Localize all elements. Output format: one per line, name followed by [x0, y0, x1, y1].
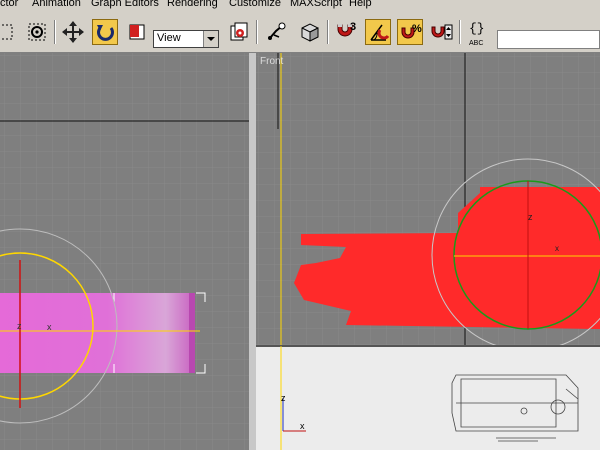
menu-item-rendering[interactable]: Rendering	[167, 0, 218, 9]
main-toolbar: View 3 % {} ABC	[0, 12, 600, 53]
chevron-down-icon[interactable]	[203, 31, 218, 47]
pink-box-object[interactable]	[0, 293, 195, 373]
menu-item-customize[interactable]: Customize	[229, 0, 281, 9]
reference-coordinate-value: View	[157, 32, 181, 44]
left-viewport[interactable]: x z	[0, 53, 249, 450]
rotate-button[interactable]	[92, 19, 118, 45]
gizmo-axis-x-label: x	[555, 244, 559, 253]
pivot-center-icon	[230, 22, 248, 41]
menu-item-ctor[interactable]: ctor	[0, 0, 18, 9]
viewport-label-front[interactable]: Front	[260, 56, 283, 67]
select-region-button[interactable]	[0, 19, 18, 45]
window-crossing-button[interactable]	[25, 19, 51, 45]
pivot-center-button[interactable]	[226, 19, 252, 45]
scale-button[interactable]	[124, 19, 150, 45]
cube-icon	[301, 23, 319, 42]
angle-snap-button[interactable]	[365, 19, 391, 45]
toolbar-separator	[327, 20, 329, 44]
select-region-icon	[0, 24, 13, 40]
toolbar-separator	[256, 20, 258, 44]
spinner-snap-icon	[431, 24, 453, 40]
edit-named-selection-button[interactable]: {} ABC	[466, 19, 492, 47]
gizmo-axis-z-label: z	[528, 212, 533, 222]
link-icon	[268, 22, 286, 40]
gizmo-axis-x-label: x	[47, 322, 52, 332]
percent-snap-button[interactable]: %	[397, 19, 423, 45]
window-crossing-icon	[28, 23, 46, 41]
pink-box-edge	[189, 293, 195, 373]
world-axis-x-label: x	[300, 421, 305, 431]
blueprint-image-plane	[256, 346, 600, 450]
menu-item-help[interactable]: Help	[349, 0, 372, 9]
svg-text:{}: {}	[469, 21, 485, 36]
menu-item-maxscript[interactable]: MAXScript	[290, 0, 342, 9]
move-button[interactable]	[60, 19, 86, 45]
snaps-superscript: 3	[350, 21, 356, 33]
scale-icon	[129, 24, 145, 40]
toolbar-separator	[54, 20, 56, 44]
magnet-icon: 3	[337, 21, 356, 37]
named-selection-input[interactable]	[497, 30, 600, 49]
named-selection-sets-icon: {} ABC	[469, 21, 485, 47]
spinner-snap-button[interactable]	[429, 19, 455, 45]
named-selection-button[interactable]	[297, 19, 323, 45]
reference-coordinate-dropdown[interactable]: View	[153, 30, 219, 48]
snaps-toggle-button[interactable]: 3	[333, 19, 359, 45]
menu-bar: ctor Animation Graph Editors Rendering C…	[0, 0, 600, 12]
move-arrows-icon	[62, 21, 84, 43]
menu-item-graph-editors[interactable]: Graph Editors	[91, 0, 159, 9]
front-viewport[interactable]: z x z x Front	[256, 53, 600, 450]
rotate-icon	[97, 25, 114, 41]
abc-label: ABC	[469, 40, 483, 47]
world-axis-z-label: z	[281, 393, 286, 403]
toolbar-separator	[459, 20, 461, 44]
percent-glyph: %	[412, 23, 422, 35]
menu-item-animation[interactable]: Animation	[32, 0, 81, 9]
select-and-link-button[interactable]	[263, 19, 289, 45]
front-viewport-canvas: z x z x	[256, 53, 600, 450]
gizmo-axis-z-label: z	[17, 321, 22, 331]
left-viewport-canvas: x z	[0, 53, 249, 450]
percent-snap-icon: %	[401, 23, 422, 39]
angle-snap-icon	[370, 24, 390, 41]
viewport-splitter[interactable]	[249, 53, 256, 450]
